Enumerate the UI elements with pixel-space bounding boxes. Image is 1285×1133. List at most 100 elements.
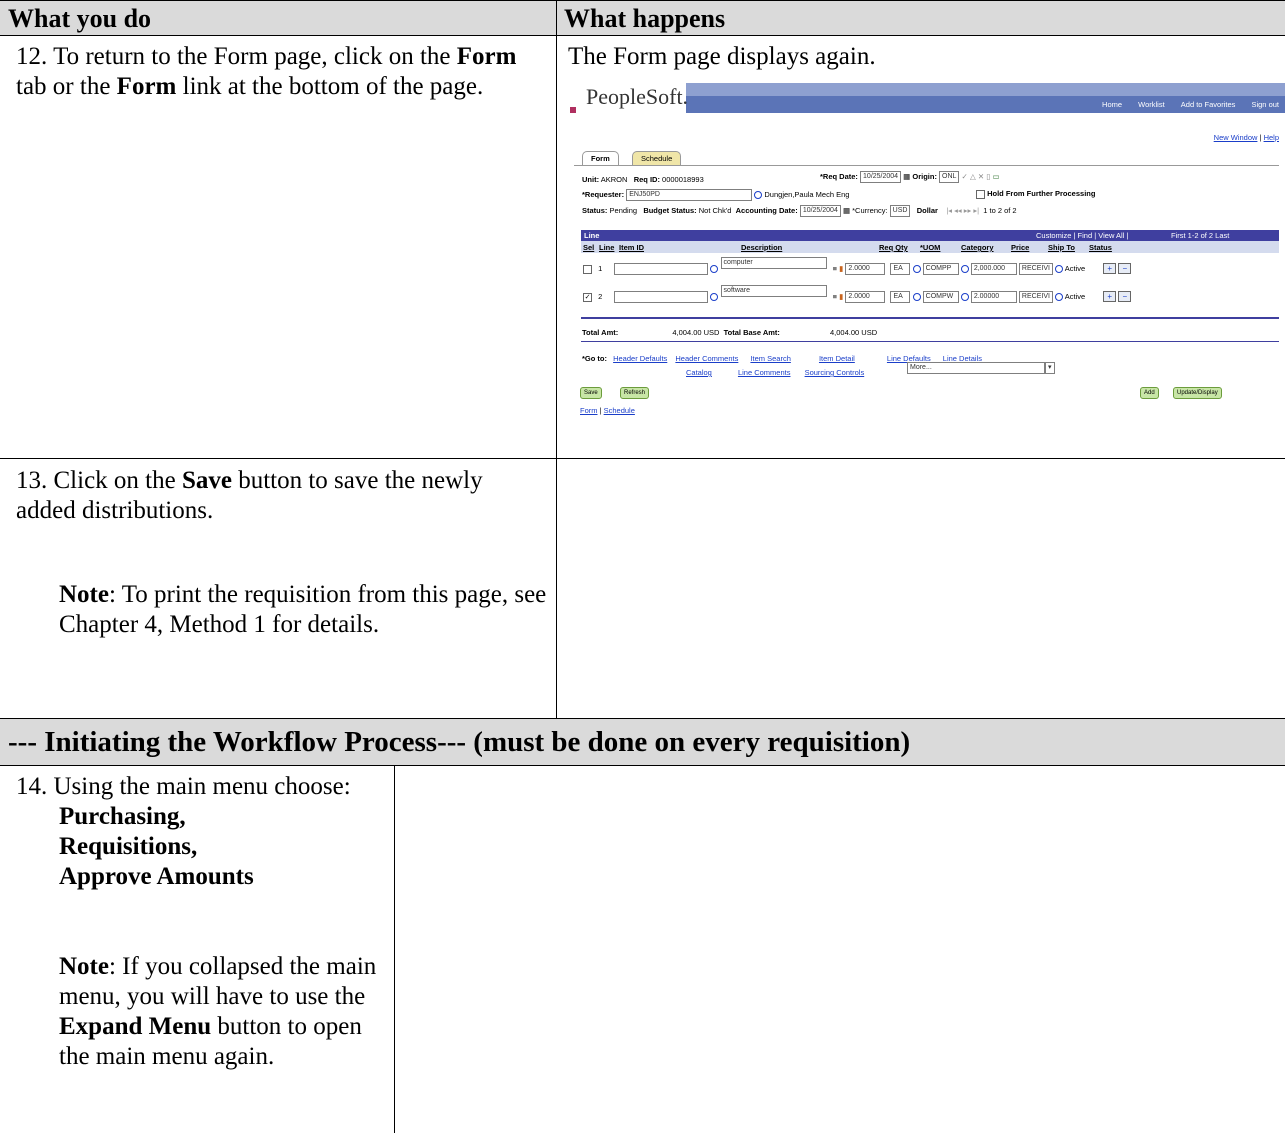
description-input[interactable]: computer bbox=[720, 257, 827, 269]
link-catalog[interactable]: Catalog bbox=[686, 368, 712, 377]
link-line-comments[interactable]: Line Comments bbox=[738, 368, 791, 377]
lookup-icon[interactable] bbox=[960, 265, 969, 274]
bottom-link-schedule[interactable]: Schedule bbox=[604, 406, 635, 415]
lookup-icon[interactable] bbox=[754, 191, 763, 199]
book-icon[interactable]: ▮ bbox=[839, 292, 843, 301]
item-id-input[interactable] bbox=[614, 291, 709, 304]
lookup-icon[interactable] bbox=[912, 293, 921, 302]
link-header-defaults[interactable]: Header Defaults bbox=[613, 354, 667, 363]
nav-sign-out[interactable]: Sign out bbox=[1251, 100, 1279, 109]
row-select-checkbox[interactable] bbox=[583, 264, 592, 274]
currency-input[interactable]: USD bbox=[889, 205, 911, 217]
lookup-icon[interactable] bbox=[960, 293, 969, 302]
qty-input[interactable]: 2.0000 bbox=[845, 263, 886, 276]
category-input[interactable]: COMPW bbox=[922, 291, 959, 304]
delete-icon[interactable]: ▯ bbox=[986, 172, 990, 181]
expand-text-icon[interactable]: ≡ bbox=[833, 292, 837, 301]
reqdate-label: *Req Date: bbox=[820, 171, 858, 181]
row-select-checkbox[interactable]: ✓ bbox=[583, 292, 592, 302]
save-button[interactable]: Save bbox=[580, 387, 602, 399]
status-line: Status: Pending Budget Status: Not Chk'd… bbox=[582, 205, 1017, 217]
row-status: Active bbox=[1064, 292, 1086, 301]
menu-path-requisitions: Requisitions, bbox=[59, 833, 198, 860]
step-number: 13. bbox=[16, 467, 48, 494]
workflow-section-header: --- Initiating the Workflow Process--- (… bbox=[0, 718, 1285, 766]
lookup-icon[interactable] bbox=[1055, 293, 1064, 302]
more-select-value[interactable]: More... bbox=[907, 362, 1045, 374]
grid-paging[interactable]: First 1-2 of 2 Last bbox=[1171, 230, 1229, 241]
warning-icon[interactable]: △ bbox=[970, 172, 976, 181]
bottom-link-form[interactable]: Form bbox=[580, 406, 598, 415]
check-icon[interactable]: ✓ bbox=[962, 172, 968, 181]
add-row-icon[interactable]: + bbox=[1103, 263, 1117, 274]
goto-more-select[interactable]: More... ▾ bbox=[907, 362, 1055, 374]
ship-to-input[interactable]: RECEIVI bbox=[1018, 263, 1053, 276]
expand-text-icon[interactable]: ≡ bbox=[833, 264, 837, 273]
row-line: 1 bbox=[598, 264, 603, 273]
column-header-what-happens: What happens bbox=[556, 0, 1285, 36]
accounting-date-input[interactable]: 10/25/2004 bbox=[799, 205, 841, 217]
delete-row-icon[interactable]: − bbox=[1118, 291, 1132, 302]
update-display-button[interactable]: Update/Display bbox=[1173, 387, 1222, 399]
lookup-icon[interactable] bbox=[912, 265, 921, 274]
tab-form[interactable]: Form bbox=[582, 151, 619, 165]
description-input[interactable]: software bbox=[720, 285, 827, 297]
req-date-input[interactable]: 10/25/2004 bbox=[860, 171, 902, 183]
chevron-down-icon[interactable]: ▾ bbox=[1045, 362, 1055, 374]
step-14: 14. Using the main menu choose: Purchasi… bbox=[16, 772, 386, 892]
price-input[interactable]: 2,000.000 bbox=[970, 263, 1017, 276]
qty-input[interactable]: 2.0000 bbox=[845, 291, 886, 304]
col-description: Description bbox=[741, 243, 783, 252]
origin-select[interactable]: ONL bbox=[939, 171, 960, 183]
top-nav: Home Worklist Add to Favorites Sign out bbox=[1088, 100, 1279, 109]
item-id-input[interactable] bbox=[614, 263, 709, 276]
price-input[interactable]: 2.00000 bbox=[970, 291, 1017, 304]
link-item-search[interactable]: Item Search bbox=[750, 354, 790, 363]
col-uom: *UOM bbox=[920, 243, 941, 252]
category-input[interactable]: COMPP bbox=[922, 263, 959, 276]
nav-arrows-icon[interactable]: |◂ ◂◂ ▸▸ ▸| bbox=[946, 206, 979, 215]
step-text: To return to the Form page, click on the bbox=[53, 43, 457, 70]
table-row: 1 computer ≡ ▮ 2.0000 EA COMPP 2,000.000… bbox=[583, 257, 1132, 276]
grid-links[interactable]: Customize | Find | View All | bbox=[1036, 230, 1128, 241]
uom-input[interactable]: EA bbox=[890, 263, 911, 276]
col-ship-to: Ship To bbox=[1048, 243, 1075, 252]
status-value: Pending bbox=[609, 205, 638, 215]
add-button[interactable]: Add bbox=[1140, 387, 1159, 399]
budget-label: Budget Status: bbox=[643, 205, 697, 215]
grid-bottom-rule bbox=[581, 317, 1279, 319]
nav-worklist[interactable]: Worklist bbox=[1138, 100, 1165, 109]
hold-checkbox[interactable] bbox=[976, 189, 985, 199]
lookup-icon[interactable] bbox=[710, 293, 719, 302]
lookup-icon[interactable] bbox=[1055, 265, 1064, 274]
paging-text: 1 to 2 of 2 bbox=[983, 205, 1017, 215]
cancel-icon[interactable]: ✕ bbox=[978, 172, 984, 181]
window-links: New Window | Help bbox=[1213, 133, 1279, 142]
menu-toggle-icon[interactable] bbox=[570, 107, 576, 113]
link-sourcing-controls[interactable]: Sourcing Controls bbox=[805, 368, 865, 377]
new-window-link[interactable]: New Window bbox=[1214, 133, 1258, 142]
step-text: Using the main menu choose: bbox=[53, 773, 351, 800]
menu-path-purchasing: Purchasing, bbox=[59, 803, 186, 830]
link-item-detail[interactable]: Item Detail bbox=[819, 354, 855, 363]
nav-home[interactable]: Home bbox=[1102, 100, 1122, 109]
comment-icon[interactable]: ▭ bbox=[992, 172, 999, 181]
lookup-icon[interactable] bbox=[710, 265, 719, 274]
book-icon[interactable]: ▮ bbox=[839, 264, 843, 273]
calendar-icon[interactable]: ▦ bbox=[843, 206, 850, 215]
add-row-icon[interactable]: + bbox=[1103, 291, 1117, 302]
calendar-icon[interactable]: ▦ bbox=[903, 172, 910, 181]
ship-to-input[interactable]: RECEIVI bbox=[1018, 291, 1053, 304]
link-header-comments[interactable]: Header Comments bbox=[675, 354, 738, 363]
req-date-field: *Req Date: 10/25/2004 ▦ Origin: ONL ✓ △ … bbox=[820, 171, 1000, 183]
table-row: ✓ 2 software ≡ ▮ 2.0000 EA COMPW 2.00000… bbox=[583, 285, 1132, 304]
uom-input[interactable]: EA bbox=[890, 291, 911, 304]
delete-row-icon[interactable]: − bbox=[1118, 263, 1132, 274]
tab-schedule[interactable]: Schedule bbox=[632, 151, 682, 165]
help-link[interactable]: Help bbox=[1264, 133, 1279, 142]
refresh-button[interactable]: Refresh bbox=[620, 387, 650, 399]
reqid-value: 0000018993 bbox=[662, 175, 704, 184]
requester-input[interactable]: ENJ50PD bbox=[626, 189, 753, 201]
nav-add-favorites[interactable]: Add to Favorites bbox=[1181, 100, 1236, 109]
acctdate-label: Accounting Date: bbox=[735, 205, 798, 215]
